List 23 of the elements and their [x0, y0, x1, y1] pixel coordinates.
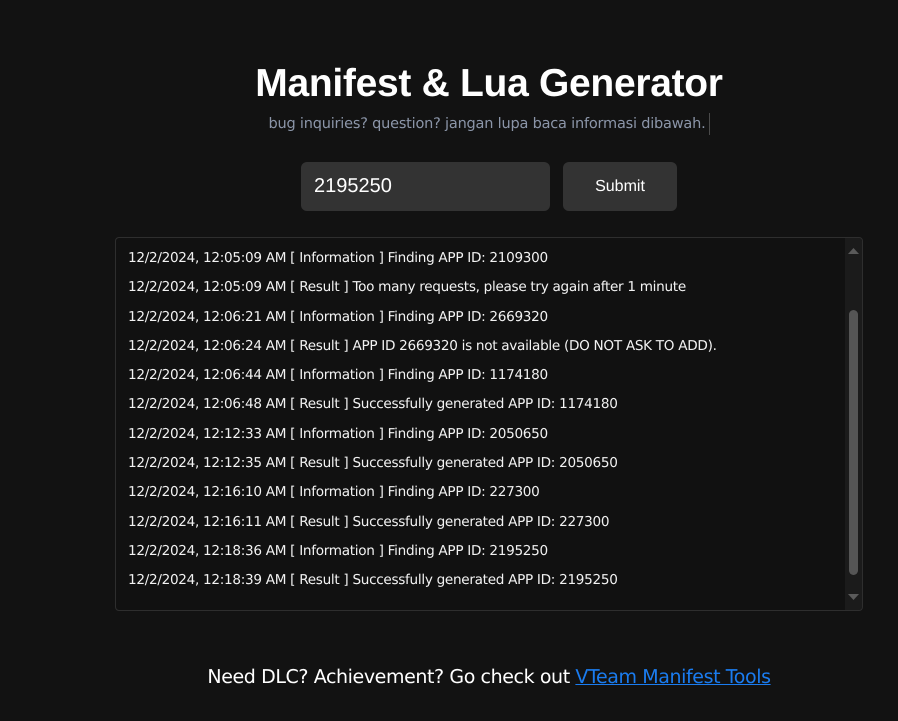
log-line: 12/2/2024, 12:05:09 AM [ Information ] Finding APP ID: 2109300 [128, 249, 549, 268]
app-id-field[interactable]: 2195250 [301, 162, 550, 211]
log-line: 12/2/2024, 12:18:39 AM [ Result ] Successfully generated APP ID: 2195250 [128, 571, 619, 590]
scroll-up-icon[interactable] [848, 248, 859, 254]
log-line: 12/2/2024, 12:06:48 AM [ Result ] Successfully generated APP ID: 1174180 [128, 395, 619, 414]
scrollbar-track[interactable] [845, 238, 862, 610]
submit-button[interactable]: Submit [563, 162, 677, 211]
scroll-down-icon[interactable] [848, 594, 859, 600]
typing-cursor [708, 113, 710, 135]
log-line: 12/2/2024, 12:18:36 AM [ Information ] Finding APP ID: 2195250 [128, 542, 549, 561]
page-title: Manifest & Lua Generator [255, 61, 723, 107]
subtitle: bug inquiries? question? jangan lupa baca informasi dibawah. [268, 115, 706, 134]
footer-text: Need DLC? Achievement? Go check out VTeam Manifest Tools [207, 665, 771, 690]
log-line: 12/2/2024, 12:06:24 AM [ Result ] APP ID 2669320 is not available (DO NOT ASK TO ADD). [128, 336, 718, 356]
log-line: 12/2/2024, 12:06:44 AM [ Information ] Finding APP ID: 1174180 [128, 366, 549, 386]
log-line: 12/2/2024, 12:05:09 AM [ Result ] Too many requests, please try again after 1 minute [128, 278, 687, 298]
log-line: 12/2/2024, 12:06:21 AM [ Information ] Finding APP ID: 2669320 [128, 308, 549, 327]
log-line: 12/2/2024, 12:16:10 AM [ Information ] Finding APP ID: 227300 [128, 483, 541, 502]
manifest-tools-link[interactable]: VTeam Manifest Tools [575, 666, 771, 688]
log-line: 12/2/2024, 12:12:33 AM [ Information ] Finding APP ID: 2050650 [128, 424, 549, 444]
log-line: 12/2/2024, 12:12:35 AM [ Result ] Successfully generated APP ID: 2050650 [128, 454, 619, 474]
log-line: 12/2/2024, 12:16:11 AM [ Result ] Successfully generated APP ID: 227300 [128, 512, 610, 532]
scroll-thumb[interactable] [849, 310, 858, 575]
